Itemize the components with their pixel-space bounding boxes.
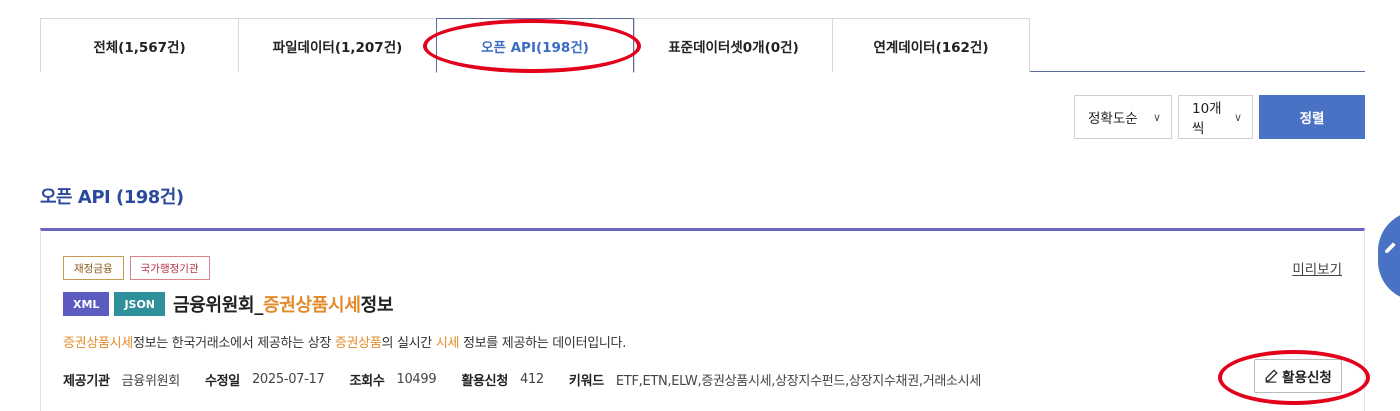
tab-standard-dataset[interactable]: 표준데이터셋0개(0건) (634, 18, 832, 72)
floating-edit-button[interactable] (1378, 211, 1400, 301)
title-suffix: 정보 (360, 295, 394, 316)
provider-label: 제공기관 (63, 374, 110, 389)
apply-button[interactable]: 활용신청 (1254, 359, 1342, 393)
desc-part: 정보는 한국거래소에서 제공하는 상장 (132, 336, 335, 351)
tab-file-data[interactable]: 파일데이터(1,207건) (238, 18, 436, 72)
chevron-down-icon: ∨ (1233, 110, 1242, 124)
order-select[interactable]: 정확도순 ∨ (1074, 95, 1172, 139)
apply-button-label: 활용신청 (1282, 370, 1332, 385)
keywords-label: 키워드 (568, 374, 604, 389)
result-title[interactable]: 금융위원회_증권상품시세정보 (173, 291, 393, 317)
result-title-row[interactable]: XML JSON 금융위원회_증권상품시세정보 (63, 291, 393, 317)
chevron-down-icon: ∨ (1152, 110, 1161, 124)
modified-value: 2025-07-17 (251, 372, 325, 387)
apply-count-value: 412 (519, 372, 544, 387)
order-select-value: 정확도순 (1088, 111, 1138, 127)
format-badge-json: JSON (114, 292, 166, 316)
keywords-value: ETF,ETN,ELW,증권상품시세,상장지수펀드,상장지수채권,거래소시세 (615, 374, 981, 389)
desc-part: 시세 (435, 336, 460, 351)
sort-button[interactable]: 정렬 (1259, 95, 1365, 139)
apply-count-label: 활용신청 (461, 374, 508, 389)
result-meta: 제공기관 금융위원회 수정일 2025-07-17 조회수 10499 활용신청… (63, 370, 1006, 389)
pencil-icon (1385, 242, 1396, 253)
pencil-icon (1265, 369, 1278, 383)
result-badges: 재정금융 국가행정기관 (63, 256, 210, 280)
sort-controls: 정확도순 ∨ 10개씩 ∨ 정렬 (1074, 95, 1365, 139)
page-size-select-value: 10개씩 (1192, 101, 1222, 137)
result-description: 증권상품시세정보는 한국거래소에서 제공하는 상장 증권상품의 실시간 시세 정… (63, 332, 626, 351)
desc-part: 증권상품 (334, 336, 382, 351)
tab-all[interactable]: 전체(1,567건) (40, 18, 238, 72)
tab-linked-data[interactable]: 연계데이터(162건) (832, 18, 1030, 72)
views-label: 조회수 (349, 374, 385, 389)
org-type-badge[interactable]: 국가행정기관 (129, 256, 210, 280)
title-highlight: 증권상품시세 (263, 295, 361, 316)
title-prefix: 금융위원회_ (173, 295, 264, 316)
section-title: 오픈 API (198건) (40, 187, 184, 208)
page-size-select[interactable]: 10개씩 ∨ (1178, 95, 1253, 139)
dataset-type-tabs: 전체(1,567건) 파일데이터(1,207건) 오픈 API(198건) 표준… (40, 18, 1365, 73)
preview-link[interactable]: 미리보기 (1292, 258, 1342, 278)
tab-open-api[interactable]: 오픈 API(198건) (436, 18, 634, 73)
desc-part: 정보를 제공하는 데이터입니다. (459, 336, 627, 351)
category-badge[interactable]: 재정금융 (63, 256, 124, 280)
result-card: 재정금융 국가행정기관 미리보기 XML JSON 금융위원회_증권상품시세정보… (40, 228, 1365, 411)
format-badge-xml: XML (63, 292, 110, 316)
views-value: 10499 (396, 372, 437, 387)
desc-part: 증권상품시세 (63, 336, 133, 351)
desc-part: 의 실시간 (381, 336, 436, 351)
modified-label: 수정일 (204, 374, 240, 389)
provider-value: 금융위원회 (121, 374, 181, 389)
